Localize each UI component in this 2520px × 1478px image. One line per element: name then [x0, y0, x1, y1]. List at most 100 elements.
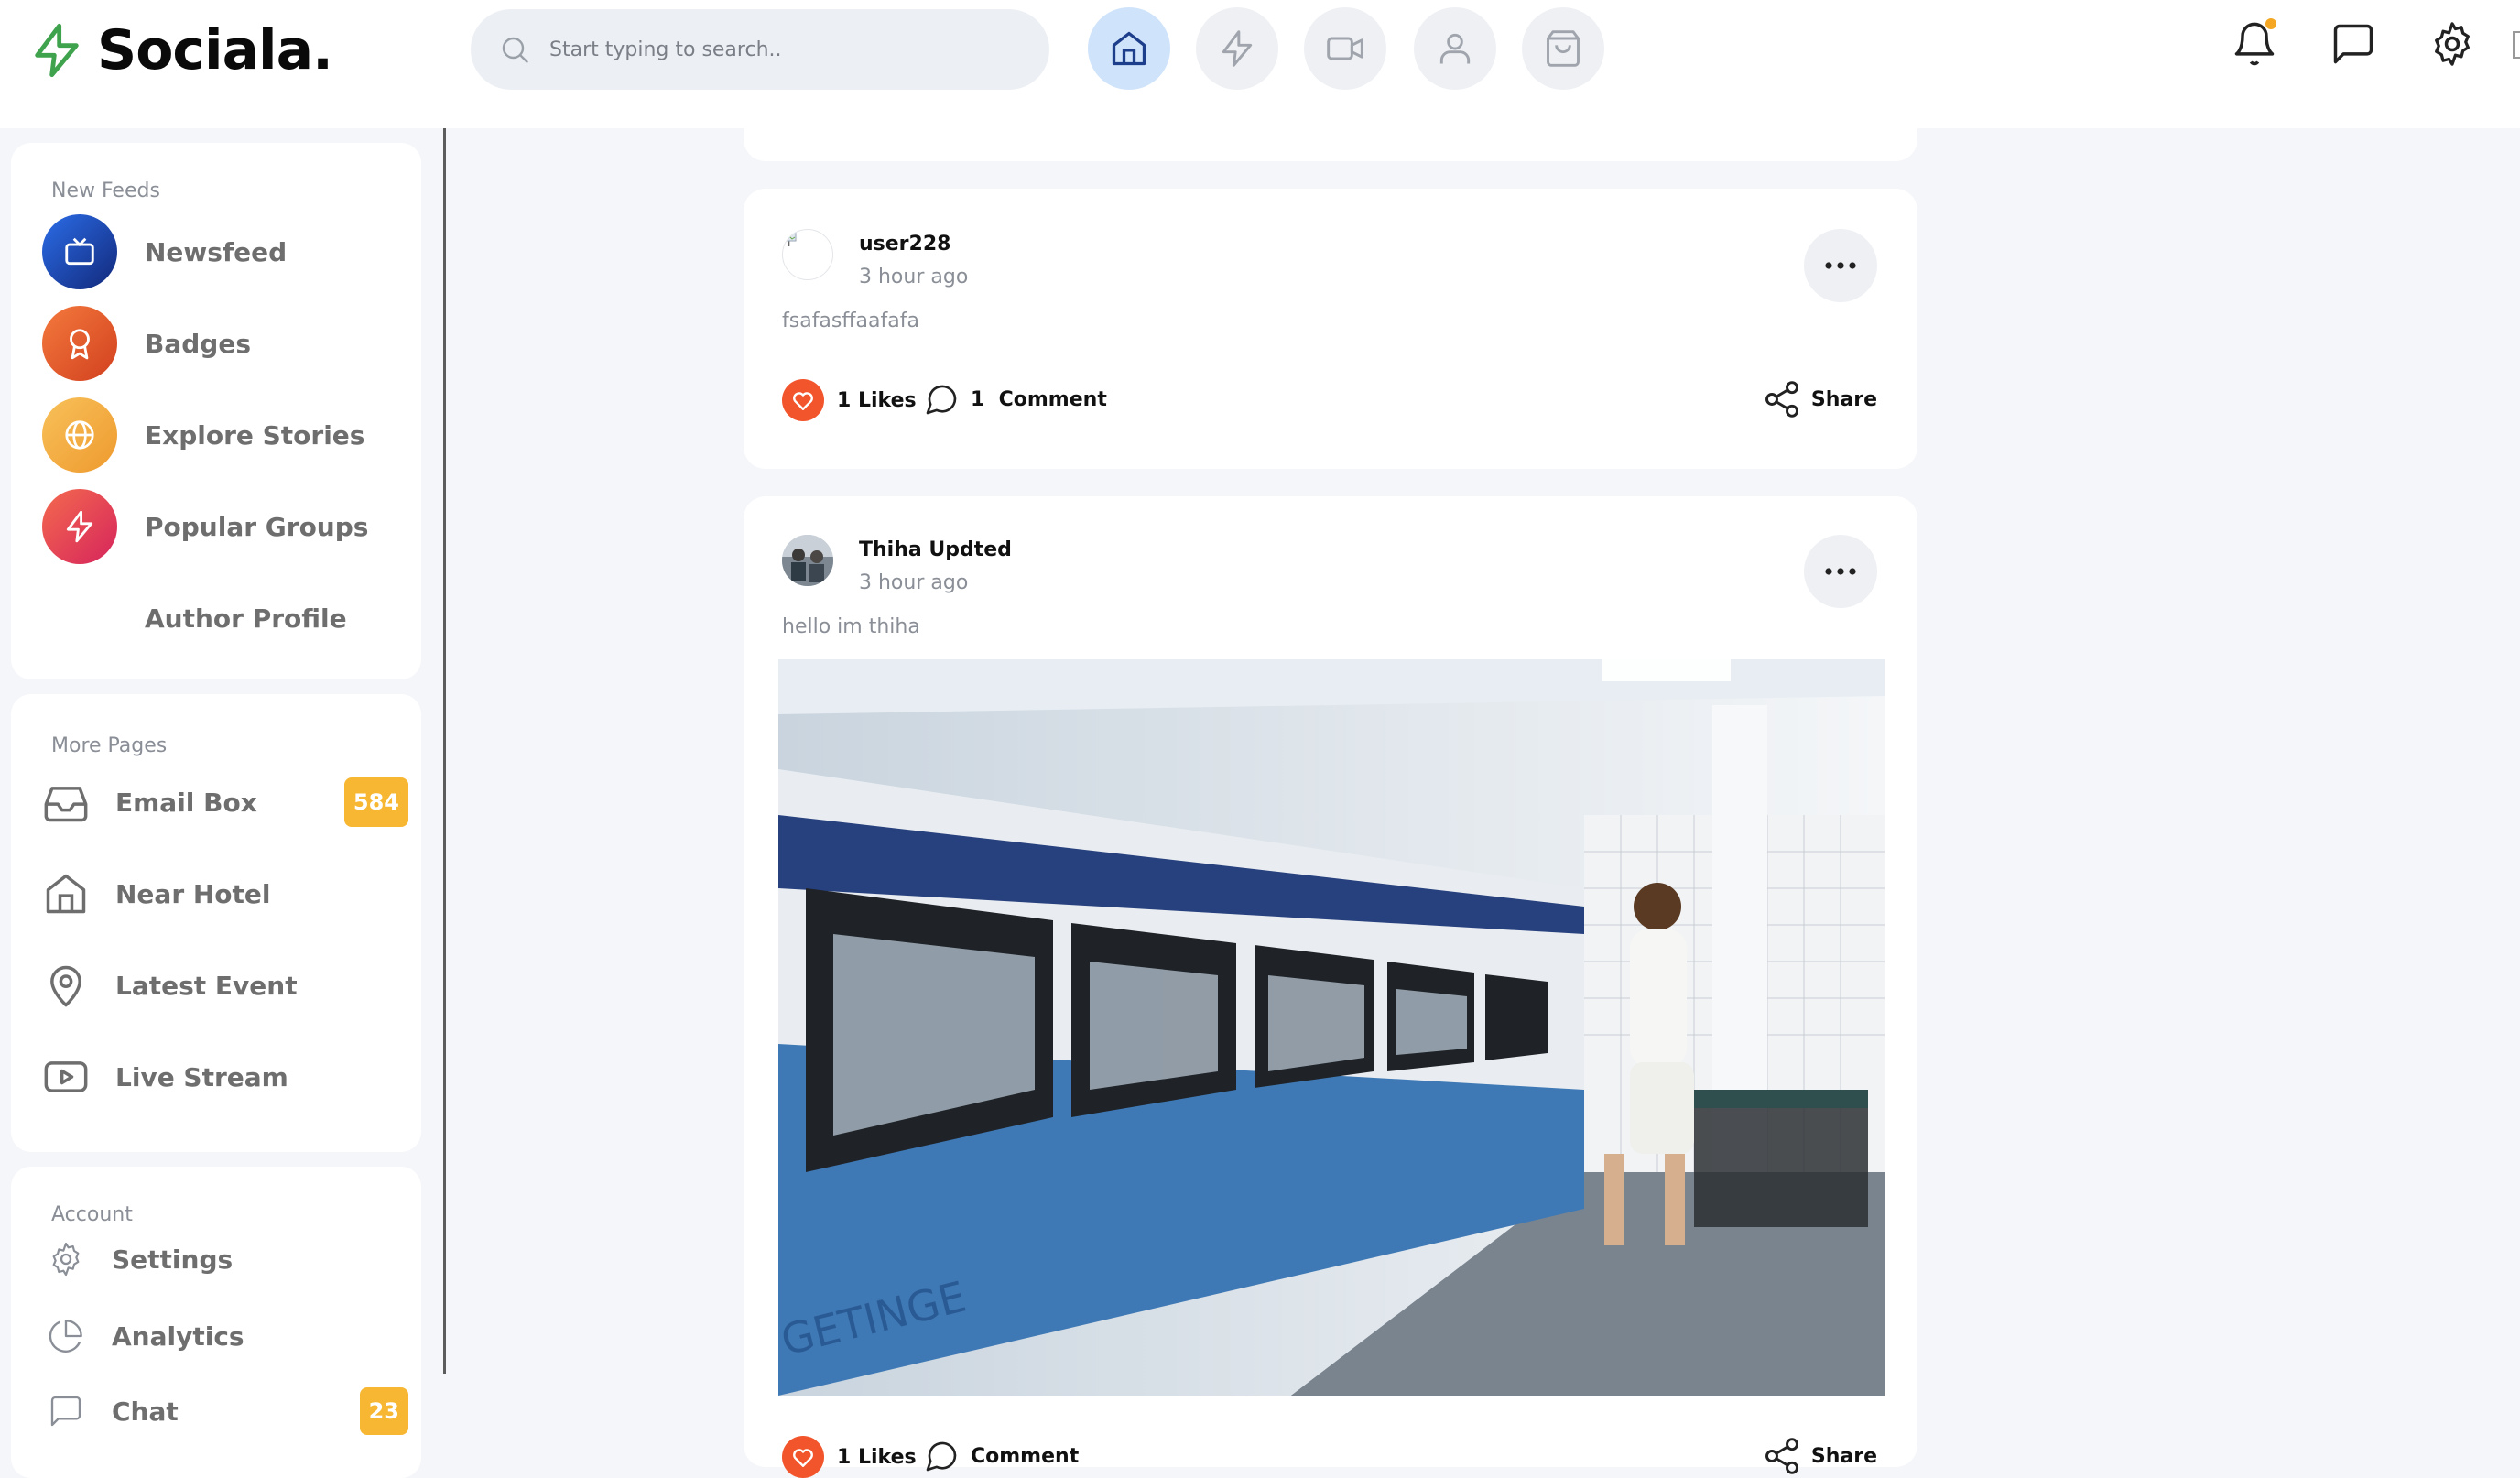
nav-profile-button[interactable]: [1414, 7, 1496, 90]
badges-badge: [42, 306, 117, 381]
chat-count-badge: 23: [359, 1387, 408, 1435]
notifications-button[interactable]: [2227, 16, 2282, 71]
sidebar-item-author-profile[interactable]: Author Profile: [42, 581, 347, 656]
zap-logo-icon: [35, 23, 79, 78]
like-button[interactable]: 1 Likes: [782, 1436, 917, 1478]
brand-logo[interactable]: Sociala.: [27, 18, 333, 82]
post-photo-illustration: GETINGE: [778, 659, 1885, 1396]
message-square-icon: [50, 1396, 81, 1427]
post-card: i user228 3 hour ago fsafasffaafafa 1 Li…: [744, 189, 1917, 469]
feeds-card: New Feeds Newsfeed Badges Explore Storie…: [11, 143, 421, 679]
sidebar-item-label: Popular Groups: [145, 511, 369, 542]
broken-image-icon: [784, 231, 797, 242]
comment-button[interactable]: 1 Comment: [923, 381, 1107, 418]
sidebar-item-analytics[interactable]: Analytics: [48, 1313, 408, 1359]
explore-badge: [42, 397, 117, 473]
heart-icon: [793, 1449, 813, 1467]
author-profile-placeholder: [42, 581, 117, 656]
sidebar-item-label: Explore Stories: [145, 419, 365, 451]
sidebar-item-label: Near Hotel: [115, 878, 271, 909]
nav-video-button[interactable]: [1304, 7, 1386, 90]
post-text: hello im thiha: [782, 615, 920, 638]
post-text: fsafasffaafafa: [782, 310, 919, 332]
more-horizontal-icon: [1825, 262, 1856, 269]
post-time: 3 hour ago: [859, 266, 969, 288]
post-image[interactable]: GETINGE: [778, 659, 1885, 1396]
comment-button[interactable]: Comment: [923, 1438, 1079, 1474]
video-icon: [1327, 37, 1363, 60]
message-icon: [2333, 24, 2373, 64]
avatar-photo: [782, 535, 833, 586]
share-icon: [1765, 1438, 1798, 1474]
sidebar-item-label: Settings: [112, 1244, 234, 1275]
newsfeed-badge: [42, 214, 117, 289]
share-button[interactable]: Share: [1762, 379, 1877, 419]
settings-icon: [2435, 22, 2470, 66]
zap-icon: [66, 510, 93, 543]
search-bar[interactable]: [471, 9, 1049, 90]
zap-icon: [1222, 30, 1253, 67]
sidebar-item-newsfeed[interactable]: Newsfeed: [42, 214, 287, 289]
nav-home-button[interactable]: [1088, 7, 1170, 90]
sidebar-item-popular-groups[interactable]: Popular Groups: [42, 489, 368, 564]
more-horizontal-icon: [1825, 568, 1856, 575]
sidebar-item-badges[interactable]: Badges: [42, 306, 251, 381]
post-author[interactable]: Thiha Updted: [859, 538, 1012, 561]
share-label: Share: [1810, 387, 1877, 411]
nav-shop-button[interactable]: [1522, 7, 1604, 90]
nav-stories-button[interactable]: [1196, 7, 1278, 90]
like-button[interactable]: 1 Likes: [782, 379, 917, 421]
post-card: Thiha Updted 3 hour ago hello im thiha G…: [744, 496, 1917, 1478]
map-pin-icon: [50, 965, 81, 1007]
post-time: 3 hour ago: [859, 571, 969, 594]
messages-button[interactable]: [2326, 16, 2381, 71]
sidebar-item-settings[interactable]: Settings: [48, 1236, 408, 1282]
section-title-account: Account: [51, 1203, 133, 1226]
post-more-button[interactable]: [1804, 229, 1877, 302]
comment-icon: [926, 385, 957, 415]
user-icon: [1439, 33, 1471, 64]
like-count: 1 Likes: [837, 388, 917, 412]
sidebar-item-label: Author Profile: [145, 603, 347, 634]
avatar[interactable]: i: [782, 229, 833, 280]
like-badge: [782, 1436, 824, 1478]
inbox-icon: [44, 787, 88, 822]
sidebar-item-near-hotel[interactable]: Near Hotel: [42, 866, 408, 921]
sidebar-item-live-stream[interactable]: Live Stream: [42, 1049, 408, 1104]
heart-icon: [793, 392, 813, 410]
avatar[interactable]: [782, 535, 833, 586]
left-sidebar: New Feeds Newsfeed Badges Explore Storie…: [0, 128, 445, 1478]
brand-name: Sociala.: [97, 18, 333, 82]
sidebar-item-chat[interactable]: Chat 23: [48, 1387, 408, 1435]
sidebar-item-label: Newsfeed: [145, 236, 288, 267]
shopping-bag-icon: [1547, 30, 1580, 67]
pages-card: More Pages Email Box 584 Near Hotel Late…: [11, 694, 421, 1152]
like-badge: [782, 379, 824, 421]
post-author[interactable]: user228: [859, 233, 950, 255]
award-icon: [70, 329, 90, 360]
search-icon: [502, 37, 528, 63]
sidebar-item-email-box[interactable]: Email Box 584: [42, 775, 408, 830]
top-header: Sociala.: [0, 0, 2520, 128]
share-icon: [1765, 381, 1798, 418]
email-count-badge: 584: [343, 777, 408, 827]
comment-label: Comment: [971, 1444, 1080, 1468]
sidebar-item-label: Analytics: [112, 1320, 244, 1352]
post-more-button[interactable]: [1804, 535, 1877, 608]
settings-icon: [52, 1242, 80, 1277]
settings-button[interactable]: [2425, 16, 2480, 71]
sidebar-item-label: Chat: [112, 1396, 179, 1427]
search-input[interactable]: [549, 38, 1007, 61]
sidebar-item-explore-stories[interactable]: Explore Stories: [42, 397, 364, 473]
home-icon: [46, 874, 86, 914]
tv-icon: [65, 237, 94, 266]
share-button[interactable]: Share: [1762, 1436, 1877, 1476]
previous-post-card: [744, 110, 1917, 161]
sidebar-item-latest-event[interactable]: Latest Event: [42, 958, 408, 1013]
chat-panel-edge: [2513, 31, 2520, 59]
section-title-feeds: New Feeds: [51, 179, 160, 202]
sidebar-item-label: Badges: [145, 328, 251, 359]
share-label: Share: [1810, 1444, 1877, 1468]
sidebar-item-label: Latest Event: [115, 970, 298, 1001]
comment-count: 1 Comment: [971, 387, 1107, 411]
